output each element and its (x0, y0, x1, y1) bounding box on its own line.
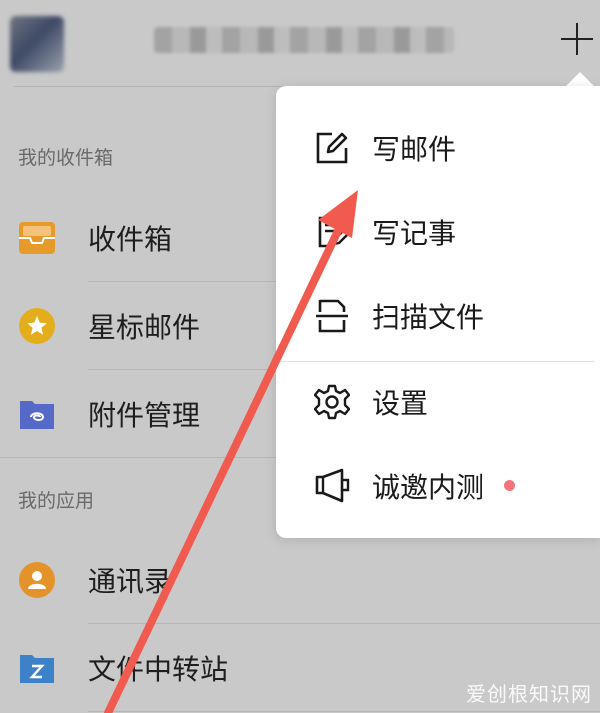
nav-label-file-transfer: 文件中转站 (88, 653, 229, 686)
menu-label-beta-invite: 诚邀内测 (372, 471, 485, 504)
nav-item-contacts[interactable]: 通讯录 (0, 536, 600, 624)
gear-icon (313, 384, 351, 420)
note-icon (314, 214, 351, 250)
nav-label-attachments: 附件管理 (88, 399, 201, 432)
file-transfer-icon (18, 649, 56, 687)
megaphone-icon (314, 468, 350, 504)
new-badge-dot (504, 480, 515, 491)
menu-label-compose: 写邮件 (372, 133, 457, 166)
nav-label-starred: 星标邮件 (88, 311, 201, 344)
row-divider (88, 711, 600, 712)
attachment-folder-icon (18, 395, 56, 433)
inbox-icon (18, 219, 56, 257)
section-label-mailboxes: 我的收件箱 (18, 147, 114, 169)
star-icon (18, 307, 56, 345)
nav-label-contacts: 通讯录 (88, 565, 173, 598)
section-label-apps: 我的应用 (18, 490, 95, 512)
menu-item-settings[interactable]: 设置 (276, 360, 600, 444)
menu-item-beta-invite[interactable]: 诚邀内测 (276, 444, 600, 528)
menu-item-note[interactable]: 写记事 (276, 190, 600, 274)
watermark: 爱创根知识网 (466, 682, 592, 706)
menu-label-note: 写记事 (372, 217, 457, 250)
scan-icon (314, 298, 350, 334)
compose-icon (314, 130, 350, 166)
add-menu-dropdown: 写邮件 写记事 扫描文件 设置 诚邀内测 (276, 86, 600, 538)
menu-caret (566, 72, 594, 86)
nav-label-inbox: 收件箱 (88, 223, 173, 256)
menu-item-compose[interactable]: 写邮件 (276, 106, 600, 190)
menu-label-scan: 扫描文件 (372, 301, 485, 334)
menu-item-scan[interactable]: 扫描文件 (276, 274, 600, 358)
menu-label-settings: 设置 (372, 387, 429, 420)
contacts-icon (18, 561, 56, 599)
